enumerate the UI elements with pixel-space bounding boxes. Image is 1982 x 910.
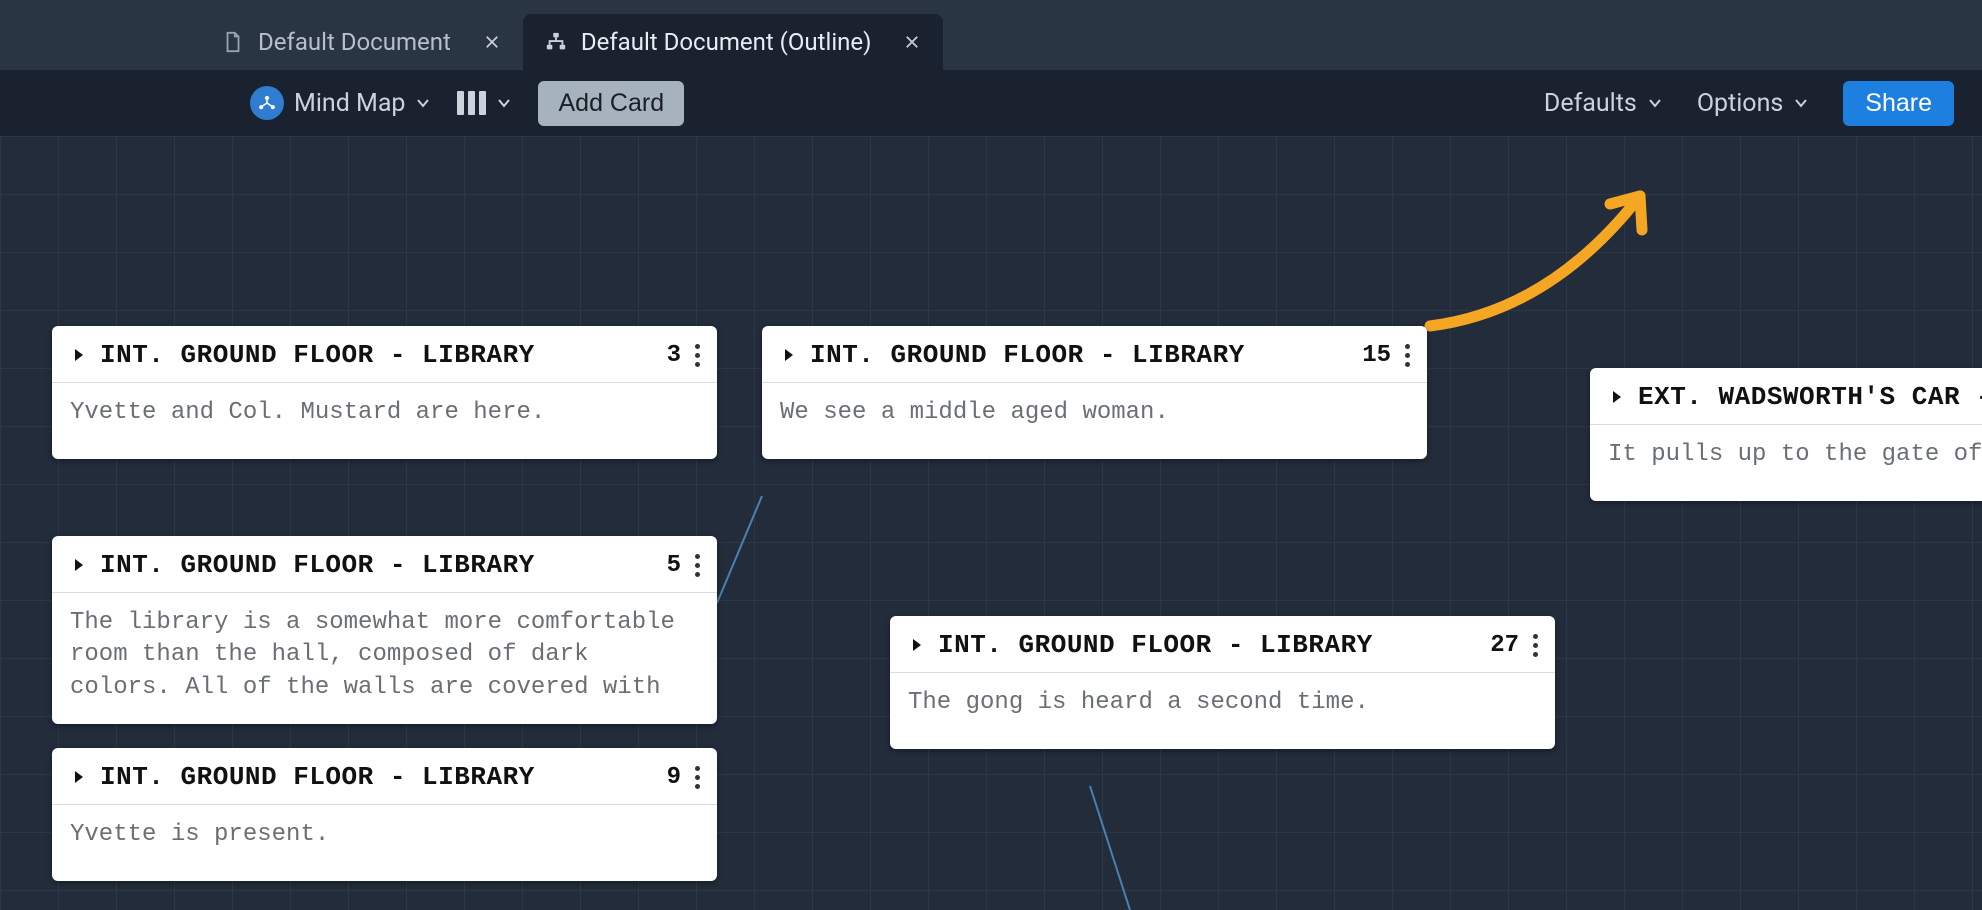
- card-collapse-toggle[interactable]: [70, 346, 88, 364]
- scene-card[interactable]: INT. GROUND FLOOR - LIBRARY 3 Yvette and C…: [52, 326, 717, 459]
- card-title: INT. GROUND FLOOR - LIBRARY: [938, 630, 1478, 660]
- card-body: Yvette and Col. Mustard are here.: [52, 383, 717, 459]
- scene-card[interactable]: INT. GROUND FLOOR - LIBRARY 27 The gong is…: [890, 616, 1555, 749]
- card-menu-icon[interactable]: [693, 764, 699, 791]
- view-label: Mind Map: [294, 89, 405, 118]
- card-header: INT. GROUND FLOOR - LIBRARY 9: [52, 748, 717, 805]
- card-header: EXT. WADSWORTH'S CAR - TU: [1590, 368, 1982, 425]
- options-label: Options: [1697, 89, 1783, 118]
- columns-dropdown[interactable]: [457, 91, 512, 115]
- card-menu-icon[interactable]: [693, 342, 699, 369]
- tab-strip: Default Document Default Document (Outli…: [0, 0, 1982, 70]
- toolbar: Mind Map Add Card Defaults Options Share: [0, 70, 1982, 136]
- card-body: Yvette is present.: [52, 805, 717, 881]
- tab-label: Default Document (Outline): [581, 28, 872, 56]
- options-dropdown[interactable]: Options: [1697, 89, 1809, 118]
- card-menu-icon[interactable]: [1531, 632, 1537, 659]
- add-card-button[interactable]: Add Card: [538, 81, 684, 126]
- chevron-down-icon: [1647, 95, 1663, 111]
- card-number: 27: [1490, 632, 1519, 659]
- card-number: 9: [667, 764, 681, 791]
- card-body: We see a middle aged woman.: [762, 383, 1427, 459]
- document-icon: [222, 31, 244, 53]
- chevron-down-icon: [496, 95, 512, 111]
- card-title: INT. GROUND FLOOR - LIBRARY: [100, 340, 655, 370]
- card-collapse-toggle[interactable]: [70, 768, 88, 786]
- card-title: EXT. WADSWORTH'S CAR - TU: [1638, 382, 1982, 412]
- card-title: INT. GROUND FLOOR - LIBRARY: [100, 550, 655, 580]
- card-number: 5: [667, 552, 681, 579]
- card-body: The gong is heard a second time.: [890, 673, 1555, 749]
- close-icon[interactable]: [483, 33, 501, 51]
- mindmap-icon: [250, 86, 284, 120]
- columns-icon: [457, 91, 486, 115]
- tab-default-document[interactable]: Default Document: [200, 14, 523, 70]
- mind-map-canvas[interactable]: INT. GROUND FLOOR - LIBRARY 3 Yvette and C…: [0, 136, 1982, 910]
- card-header: INT. GROUND FLOOR - LIBRARY 3: [52, 326, 717, 383]
- share-button[interactable]: Share: [1843, 81, 1954, 126]
- card-header: INT. GROUND FLOOR - LIBRARY 15: [762, 326, 1427, 383]
- chevron-down-icon: [1793, 95, 1809, 111]
- annotation-arrow: [1420, 156, 1700, 346]
- scene-card[interactable]: EXT. WADSWORTH'S CAR - TU It pulls up to …: [1590, 368, 1982, 501]
- card-collapse-toggle[interactable]: [780, 346, 798, 364]
- tab-label: Default Document: [258, 28, 451, 56]
- card-title: INT. GROUND FLOOR - LIBRARY: [100, 762, 655, 792]
- sitemap-icon: [545, 31, 567, 53]
- card-menu-icon[interactable]: [693, 552, 699, 579]
- scene-card[interactable]: INT. GROUND FLOOR - LIBRARY 5 The library …: [52, 536, 717, 724]
- card-body: The library is a somewhat more comfortab…: [52, 593, 717, 724]
- card-menu-icon[interactable]: [1403, 342, 1409, 369]
- card-header: INT. GROUND FLOOR - LIBRARY 27: [890, 616, 1555, 673]
- card-body: It pulls up to the gate of Hill: [1590, 425, 1982, 501]
- scene-card[interactable]: INT. GROUND FLOOR - LIBRARY 15 We see a mi…: [762, 326, 1427, 459]
- close-icon[interactable]: [903, 33, 921, 51]
- card-header: INT. GROUND FLOOR - LIBRARY 5: [52, 536, 717, 593]
- card-number: 3: [667, 342, 681, 369]
- card-collapse-toggle[interactable]: [908, 636, 926, 654]
- card-collapse-toggle[interactable]: [70, 556, 88, 574]
- view-mindmap-dropdown[interactable]: Mind Map: [250, 86, 431, 120]
- card-collapse-toggle[interactable]: [1608, 388, 1626, 406]
- card-number: 15: [1362, 342, 1391, 369]
- chevron-down-icon: [415, 95, 431, 111]
- defaults-label: Defaults: [1544, 89, 1637, 118]
- tab-default-document-outline[interactable]: Default Document (Outline): [523, 14, 944, 70]
- defaults-dropdown[interactable]: Defaults: [1544, 89, 1663, 118]
- scene-card[interactable]: INT. GROUND FLOOR - LIBRARY 9 Yvette is pr…: [52, 748, 717, 881]
- card-title: INT. GROUND FLOOR - LIBRARY: [810, 340, 1350, 370]
